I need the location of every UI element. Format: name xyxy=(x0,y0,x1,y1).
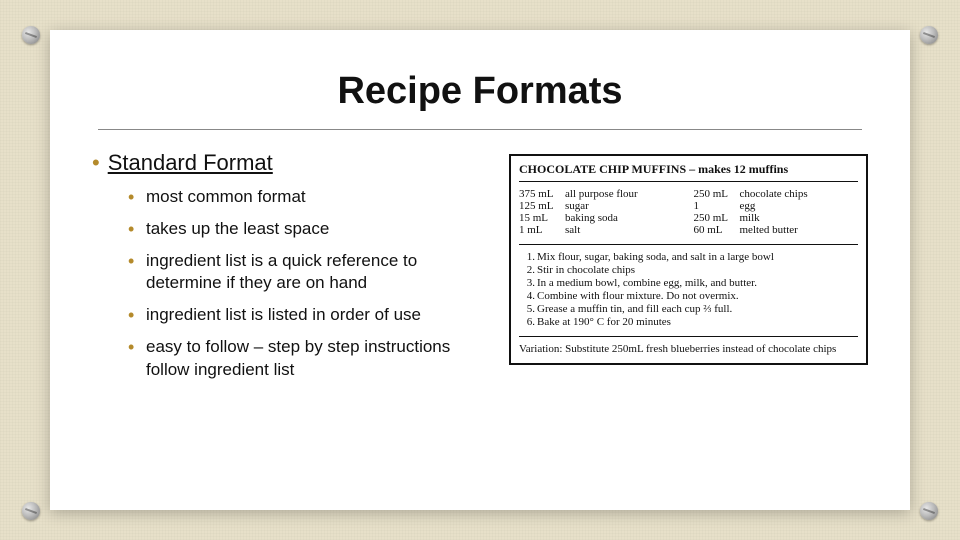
corner-screw-icon xyxy=(22,502,40,520)
recipe-step: In a medium bowl, combine egg, milk, and… xyxy=(537,277,858,289)
ingredient-amount: 1 mL xyxy=(519,224,565,236)
ingredient-row: 250 mLchocolate chips xyxy=(694,188,859,200)
list-item: most common format xyxy=(128,186,497,208)
recipe-steps: Mix flour, sugar, baking soda, and salt … xyxy=(519,251,858,328)
ingredient-columns: 375 mLall purpose flour 125 mLsugar 15 m… xyxy=(519,188,858,236)
ingredient-name: melted butter xyxy=(740,224,859,236)
ingredient-row: 1 mLsalt xyxy=(519,224,684,236)
list-item: easy to follow – step by step instructio… xyxy=(128,336,497,380)
corner-screw-icon xyxy=(22,26,40,44)
ingredient-row: 60 mLmelted butter xyxy=(694,224,859,236)
recipe-variation: Variation: Substitute 250mL fresh bluebe… xyxy=(519,343,858,355)
ingredient-amount: 250 mL xyxy=(694,212,740,224)
ingredient-name: egg xyxy=(740,200,859,212)
content-columns: • Standard Format most common format tak… xyxy=(92,150,868,391)
ingredient-amount: 1 xyxy=(694,200,740,212)
recipe-step: Stir in chocolate chips xyxy=(537,264,858,276)
ingredient-name: salt xyxy=(565,224,684,236)
divider xyxy=(98,129,862,130)
ingredient-amount: 250 mL xyxy=(694,188,740,200)
list-item: ingredient list is a quick reference to … xyxy=(128,250,497,294)
slide-card: Recipe Formats • Standard Format most co… xyxy=(50,30,910,510)
divider xyxy=(519,336,858,337)
slide-title: Recipe Formats xyxy=(92,70,868,113)
ingredient-row: 375 mLall purpose flour xyxy=(519,188,684,200)
ingredient-column: 375 mLall purpose flour 125 mLsugar 15 m… xyxy=(519,188,684,236)
ingredient-name: all purpose flour xyxy=(565,188,684,200)
ingredient-column: 250 mLchocolate chips 1egg 250 mLmilk 60… xyxy=(694,188,859,236)
ingredient-row: 15 mLbaking soda xyxy=(519,212,684,224)
topic-label: Standard Format xyxy=(108,150,273,176)
divider xyxy=(519,244,858,245)
ingredient-row: 125 mLsugar xyxy=(519,200,684,212)
list-item: takes up the least space xyxy=(128,218,497,240)
recipe-step: Mix flour, sugar, baking soda, and salt … xyxy=(537,251,858,263)
text-column: • Standard Format most common format tak… xyxy=(92,150,497,391)
corner-screw-icon xyxy=(920,26,938,44)
recipe-step: Bake at 190° C for 20 minutes xyxy=(537,316,858,328)
topic-heading: • Standard Format xyxy=(92,150,497,176)
ingredient-amount: 15 mL xyxy=(519,212,565,224)
list-item: ingredient list is listed in order of us… xyxy=(128,304,497,326)
bullet-icon: • xyxy=(92,152,100,174)
recipe-step: Grease a muffin tin, and fill each cup ⅔… xyxy=(537,303,858,315)
corner-screw-icon xyxy=(920,502,938,520)
ingredient-name: milk xyxy=(740,212,859,224)
recipe-card: CHOCOLATE CHIP MUFFINS – makes 12 muffin… xyxy=(509,154,868,365)
ingredient-amount: 60 mL xyxy=(694,224,740,236)
recipe-title: CHOCOLATE CHIP MUFFINS – makes 12 muffin… xyxy=(519,162,858,182)
ingredient-name: baking soda xyxy=(565,212,684,224)
ingredient-name: sugar xyxy=(565,200,684,212)
ingredient-row: 250 mLmilk xyxy=(694,212,859,224)
ingredient-row: 1egg xyxy=(694,200,859,212)
illustration-column: CHOCOLATE CHIP MUFFINS – makes 12 muffin… xyxy=(509,150,868,391)
recipe-step: Combine with flour mixture. Do not overm… xyxy=(537,290,858,302)
bullet-list: most common format takes up the least sp… xyxy=(128,186,497,381)
ingredient-name: chocolate chips xyxy=(740,188,859,200)
ingredient-amount: 125 mL xyxy=(519,200,565,212)
ingredient-amount: 375 mL xyxy=(519,188,565,200)
